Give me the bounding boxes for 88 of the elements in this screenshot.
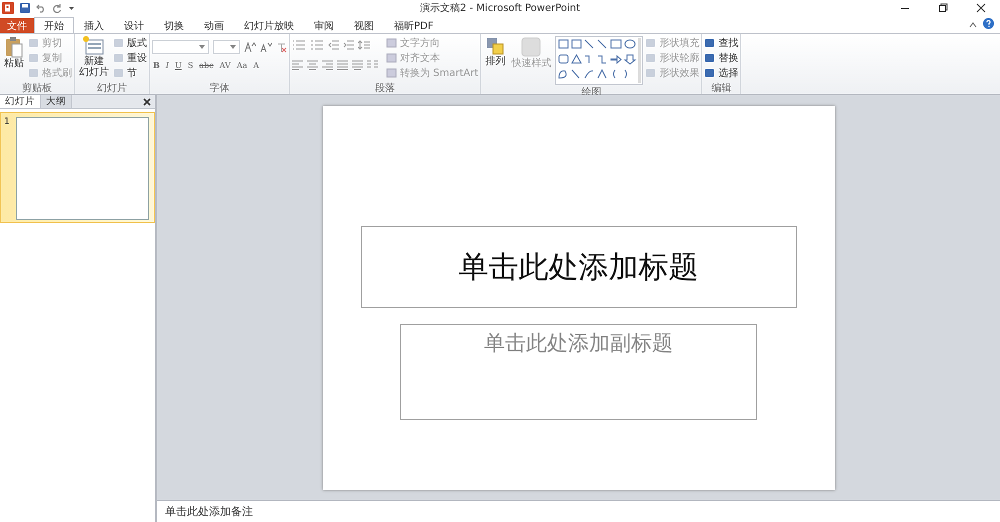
square-icon [28, 68, 39, 78]
format-button[interactable]: U [174, 60, 183, 70]
numbering-icon[interactable] [310, 40, 324, 50]
square-icon [386, 38, 397, 48]
bullets-icon[interactable] [292, 40, 306, 50]
square-icon [704, 53, 716, 63]
editing-button[interactable]: 查找 [704, 36, 738, 50]
ribbon-tab[interactable]: 设计 [114, 17, 154, 33]
justify-icon[interactable] [337, 60, 348, 70]
group-label: 编辑 [711, 83, 732, 94]
minimize-ribbon-icon[interactable] [969, 21, 977, 29]
shape-gallery[interactable] [555, 36, 644, 85]
ribbon-tab[interactable]: 审阅 [304, 17, 344, 33]
ribbon-button[interactable]: 节 [113, 66, 147, 80]
square-icon [113, 38, 124, 48]
group-label: 剪贴板 [22, 83, 52, 94]
pane-tab[interactable]: 幻灯片 [0, 95, 41, 108]
columns-icon[interactable] [367, 60, 378, 70]
square-icon [645, 38, 656, 48]
square-icon [386, 68, 397, 78]
format-button[interactable]: abc [198, 60, 215, 70]
save-icon[interactable] [20, 3, 30, 13]
clear-formatting-icon[interactable] [276, 42, 287, 52]
undo-icon[interactable] [36, 3, 46, 13]
dropdown-arrow-icon [230, 45, 236, 49]
close-pane-icon[interactable] [143, 98, 151, 106]
square-icon [113, 68, 124, 78]
dropdown-arrow-icon [199, 45, 205, 49]
format-button[interactable]: I [164, 60, 170, 70]
close-icon[interactable] [976, 3, 986, 13]
format-button[interactable]: Aa [236, 60, 248, 70]
distributed-icon[interactable] [352, 60, 363, 70]
ribbon-button[interactable]: 重设 [113, 51, 147, 65]
file-tab[interactable]: 文件 [0, 18, 34, 33]
square-icon [704, 38, 716, 48]
ribbon-button[interactable]: 版式 [113, 36, 147, 50]
ribbon-tab[interactable]: 动画 [194, 17, 234, 33]
ribbon-tab[interactable]: 插入 [74, 17, 114, 33]
square-icon [28, 53, 39, 63]
align-right-icon[interactable] [322, 60, 333, 70]
pane-tab[interactable]: 大纲 [41, 95, 72, 108]
increase-indent-icon[interactable] [343, 40, 354, 50]
format-button[interactable]: B [152, 60, 161, 70]
slide-canvas[interactable]: 单击此处添加标题 单击此处添加副标题 [322, 106, 834, 490]
align-center-icon[interactable] [307, 60, 318, 70]
shrink-font-icon[interactable] [260, 42, 272, 52]
square-icon [645, 68, 656, 78]
square-icon [28, 38, 39, 48]
editing-button[interactable]: 替换 [704, 51, 738, 65]
grow-font-icon[interactable] [244, 42, 256, 52]
decrease-indent-icon[interactable] [328, 40, 339, 50]
group-label: 字体 [210, 83, 230, 94]
slide-thumbnail-row[interactable]: 1 [0, 112, 155, 223]
square-icon [113, 53, 124, 63]
ribbon-tab[interactable]: 视图 [344, 17, 384, 33]
slide-number: 1 [4, 117, 10, 129]
format-button[interactable]: A [252, 60, 260, 70]
ribbon-tab[interactable]: 幻灯片放映 [234, 17, 304, 33]
slide-thumbnail[interactable] [16, 117, 149, 220]
subtitle-placeholder[interactable]: 单击此处添加副标题 [400, 324, 757, 420]
square-icon [645, 53, 656, 63]
window-title: 演示文稿2 - Microsoft PowerPoint [420, 2, 580, 15]
align-left-icon[interactable] [292, 60, 303, 70]
help-icon[interactable] [983, 18, 994, 29]
line-spacing-icon[interactable] [358, 40, 370, 50]
editing-button[interactable]: 选择 [704, 66, 738, 80]
slide-icon [83, 36, 105, 56]
overlapping-squares-icon [485, 36, 506, 56]
restore-icon[interactable] [938, 3, 948, 13]
group-label: 幻灯片 [97, 83, 127, 94]
notes-field[interactable]: 单击此处添加备注 [157, 500, 1000, 522]
format-button[interactable]: AV [218, 60, 232, 70]
format-button[interactable]: S [186, 60, 194, 70]
square-icon [704, 68, 716, 78]
font-name-field[interactable] [152, 40, 209, 54]
font-size-field[interactable] [213, 40, 240, 54]
paste-button[interactable]: 粘贴 [2, 36, 26, 69]
ribbon-tab[interactable]: 切换 [154, 17, 194, 33]
ribbon-tab[interactable]: 福昕PDF [384, 17, 444, 33]
rounded-square-icon [520, 36, 542, 58]
new-slide-button[interactable]: 新建 幻灯片 [77, 36, 111, 78]
arrange-button[interactable]: 排列 [483, 36, 508, 67]
group-label: 段落 [375, 83, 396, 94]
square-icon [386, 53, 397, 63]
redo-icon[interactable] [52, 3, 62, 13]
clipboard-icon [4, 36, 24, 58]
title-placeholder[interactable]: 单击此处添加标题 [360, 226, 796, 308]
ribbon-tab[interactable]: 开始 [34, 17, 74, 34]
